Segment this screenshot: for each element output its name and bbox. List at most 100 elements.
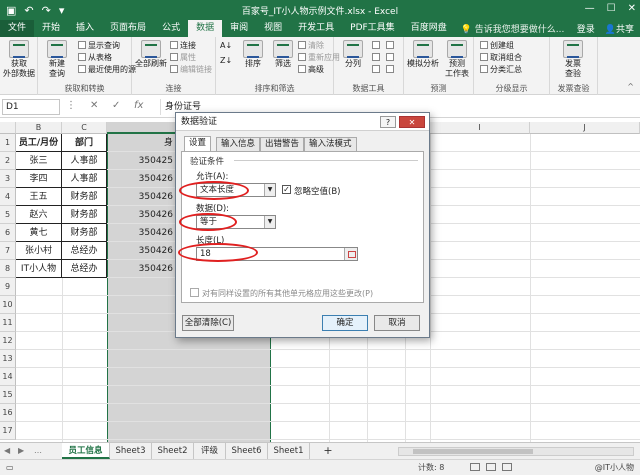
cell-c1[interactable]: 部门: [62, 134, 107, 152]
forecast-sheet-button[interactable]: 预测 工作表: [440, 40, 474, 79]
row-header[interactable]: 17: [0, 422, 16, 440]
page-break-view-icon[interactable]: [502, 463, 512, 471]
properties-button[interactable]: 属性: [170, 52, 196, 63]
horizontal-scrollbar[interactable]: [398, 447, 634, 456]
confirm-entry-icon[interactable]: ✓: [112, 100, 120, 111]
new-query-button[interactable]: 新建 查询: [40, 40, 74, 79]
dialog-tab-input-message[interactable]: 输入信息: [216, 137, 261, 151]
subtotal-button[interactable]: 分类汇总: [480, 64, 522, 75]
clear-all-button[interactable]: 全部清除(C): [182, 315, 234, 331]
chevron-down-icon[interactable]: ▼: [264, 184, 275, 196]
column-header-b[interactable]: B: [16, 122, 62, 134]
name-box[interactable]: D1: [2, 99, 60, 115]
apply-all-checkbox[interactable]: [190, 288, 199, 297]
advanced-filter-button[interactable]: 高级: [298, 64, 324, 75]
tab-pdf-tools[interactable]: PDF工具集: [342, 20, 403, 37]
what-if-button[interactable]: 模拟分析: [406, 40, 440, 69]
column-header-i[interactable]: I: [430, 122, 530, 134]
connections-button[interactable]: 连接: [170, 40, 196, 51]
sheet-tab-employee-info[interactable]: 员工信息: [62, 443, 110, 459]
ignore-blank-checkbox[interactable]: ✓: [282, 185, 291, 194]
cell-d4[interactable]: 350426: [107, 188, 175, 206]
row-header[interactable]: 8: [0, 260, 16, 278]
sheet-tab-sheet1[interactable]: Sheet1: [268, 443, 310, 459]
row-header[interactable]: 2: [0, 152, 16, 170]
range-select-icon[interactable]: [344, 248, 357, 260]
cell-b1[interactable]: 员工/月份: [16, 134, 62, 152]
cell-d3[interactable]: 350426: [107, 170, 175, 188]
cell-c5[interactable]: 财务部: [62, 206, 107, 224]
edit-links-button[interactable]: 编辑链接: [170, 64, 212, 75]
flash-fill-icon[interactable]: [372, 40, 382, 51]
row-header[interactable]: 4: [0, 188, 16, 206]
dialog-tab-error-alert[interactable]: 出错警告: [260, 137, 305, 151]
row-header[interactable]: 11: [0, 314, 16, 332]
dialog-tab-ime-mode[interactable]: 输入法模式: [304, 137, 357, 151]
sheet-tab-sheet3[interactable]: Sheet3: [110, 443, 152, 459]
cell-d6[interactable]: 350426: [107, 224, 175, 242]
consolidate-icon[interactable]: [386, 40, 396, 51]
sort-asc-button[interactable]: A↓: [220, 40, 232, 51]
collapse-ribbon-icon[interactable]: ^: [627, 82, 634, 91]
create-group-button[interactable]: 创建组: [480, 40, 514, 51]
more-sheets-icon[interactable]: …: [34, 446, 42, 455]
cell-c3[interactable]: 人事部: [62, 170, 107, 188]
row-header[interactable]: 7: [0, 242, 16, 260]
prev-sheet-icon[interactable]: ◀: [4, 446, 10, 455]
tab-review[interactable]: 审阅: [222, 20, 256, 37]
sort-button[interactable]: 排序: [236, 40, 270, 69]
manage-data-model-icon[interactable]: [386, 64, 396, 75]
redo-icon[interactable]: ↷: [42, 4, 51, 17]
ungroup-button[interactable]: 取消组合: [480, 52, 522, 63]
ok-button[interactable]: 确定: [322, 315, 368, 331]
tell-me-input[interactable]: 💡 告诉我您想要做什么...: [461, 22, 565, 35]
dialog-help-button[interactable]: ?: [380, 116, 396, 128]
sheet-tab-sheet6[interactable]: Sheet6: [226, 443, 268, 459]
normal-view-icon[interactable]: [470, 463, 480, 471]
cell-b4[interactable]: 王五: [16, 188, 62, 206]
row-header[interactable]: 12: [0, 332, 16, 350]
sheet-tab-sheet2[interactable]: Sheet2: [152, 443, 194, 459]
close-button[interactable]: ✕: [628, 3, 636, 14]
dialog-close-button[interactable]: ✕: [399, 116, 425, 128]
next-sheet-icon[interactable]: ▶: [18, 446, 24, 455]
row-header[interactable]: 6: [0, 224, 16, 242]
chevron-down-icon[interactable]: ▼: [264, 216, 275, 228]
cell-d5[interactable]: 350426: [107, 206, 175, 224]
relationships-icon[interactable]: [386, 52, 396, 63]
row-header[interactable]: 5: [0, 206, 16, 224]
cancel-button[interactable]: 取消: [374, 315, 420, 331]
row-header[interactable]: 9: [0, 278, 16, 296]
recent-sources-button[interactable]: 最近使用的源: [78, 64, 136, 75]
tab-view[interactable]: 视图: [256, 20, 290, 37]
get-external-data-button[interactable]: 获取 外部数据: [2, 40, 36, 79]
column-header-c[interactable]: C: [62, 122, 107, 134]
tab-developer[interactable]: 开发工具: [290, 20, 342, 37]
refresh-all-button[interactable]: 全部刷新: [134, 40, 168, 69]
tab-formulas[interactable]: 公式: [154, 20, 188, 37]
column-header-j[interactable]: J: [530, 122, 640, 134]
cell-b5[interactable]: 赵六: [16, 206, 62, 224]
cell-b8[interactable]: IT小人物: [16, 260, 62, 278]
cell-b2[interactable]: 张三: [16, 152, 62, 170]
tab-insert[interactable]: 插入: [68, 20, 102, 37]
tab-home[interactable]: 开始: [34, 20, 68, 37]
undo-icon[interactable]: ↶: [24, 4, 33, 17]
filter-button[interactable]: 筛选: [266, 40, 300, 69]
tab-file[interactable]: 文件: [0, 20, 35, 37]
remove-duplicates-icon[interactable]: [372, 52, 382, 63]
tab-baidu-netdisk[interactable]: 百度网盘: [403, 20, 455, 37]
show-query-button[interactable]: 显示查询: [78, 40, 120, 51]
invoice-check-button[interactable]: 发票 查验: [556, 40, 590, 79]
login-button[interactable]: 登录: [577, 22, 595, 35]
dialog-tab-settings[interactable]: 设置: [184, 136, 212, 152]
add-sheet-button[interactable]: +: [318, 443, 338, 459]
cell-b3[interactable]: 李四: [16, 170, 62, 188]
text-to-columns-button[interactable]: 分列: [336, 40, 370, 69]
share-button[interactable]: 👤共享: [605, 22, 634, 35]
cell-d2[interactable]: 350425: [107, 152, 175, 170]
sheet-tab-rating[interactable]: 评级: [194, 443, 226, 459]
maximize-button[interactable]: ☐: [607, 3, 616, 14]
cell-c4[interactable]: 财务部: [62, 188, 107, 206]
cell-c8[interactable]: 总经办: [62, 260, 107, 278]
